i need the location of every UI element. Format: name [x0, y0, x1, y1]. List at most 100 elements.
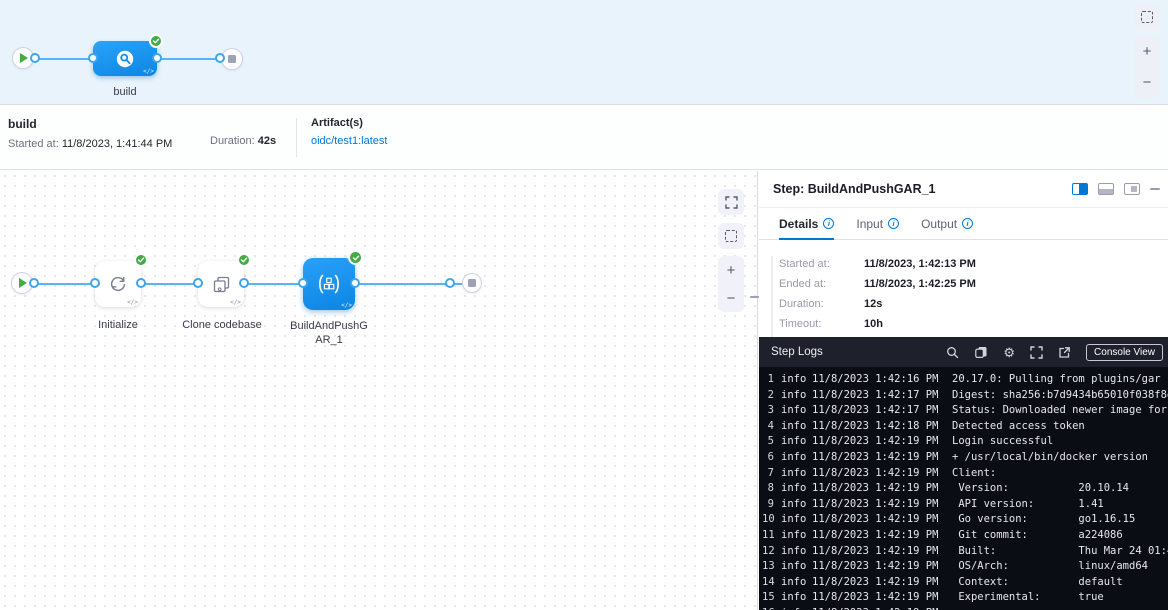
log-level: info: [781, 590, 806, 606]
success-badge-icon: [348, 250, 363, 265]
step-details-panel: Step: BuildAndPushGAR_1 Details i Input …: [759, 171, 1168, 610]
stop-icon: [468, 279, 476, 287]
log-level: info: [781, 606, 806, 610]
log-row: 13info11/8/2023 1:42:19 PM OS/Arch: linu…: [759, 559, 1168, 575]
layout-minimized-view-icon[interactable]: [1124, 183, 1140, 195]
detail-row: Timeout: 10h: [779, 318, 1168, 330]
stage-started-at: Started at: 11/8/2023, 1:41:44 PM: [8, 138, 210, 150]
log-row: 5info11/8/2023 1:42:19 PMLogin successfu…: [759, 434, 1168, 450]
log-row: 4info11/8/2023 1:42:18 PMDetected access…: [759, 419, 1168, 435]
expand-logs-icon[interactable]: [1030, 346, 1043, 359]
step-node-clone-codebase[interactable]: </>: [198, 261, 244, 307]
log-row: 2info11/8/2023 1:42:17 PMDigest: sha256:…: [759, 388, 1168, 404]
stage-node-build[interactable]: </>: [93, 41, 157, 76]
success-badge-icon: [237, 253, 251, 267]
ci-stage-icon: [115, 49, 135, 69]
log-level: info: [781, 559, 806, 575]
zoom-out-button[interactable]: −: [727, 291, 736, 306]
settings-gear-icon[interactable]: ⚙: [1003, 346, 1015, 359]
edge-port: [350, 278, 360, 288]
layout-fill: [1099, 189, 1113, 194]
tab-output[interactable]: Output i: [921, 208, 973, 239]
marquee-icon: [1141, 11, 1153, 23]
log-level: info: [781, 450, 806, 466]
marquee-select-button[interactable]: [1134, 4, 1160, 30]
tab-label: Output: [921, 217, 957, 231]
fullscreen-button[interactable]: [718, 189, 744, 215]
log-message: Status: Downloaded newer image for pl: [952, 403, 1168, 419]
marquee-select-button[interactable]: [718, 223, 744, 249]
stage-info-bar: build Started at: 11/8/2023, 1:41:44 PM …: [0, 106, 1168, 170]
zoom-out-button[interactable]: −: [1143, 75, 1152, 90]
log-level: info: [781, 434, 806, 450]
log-line-number: 11: [762, 528, 774, 544]
info-icon: i: [888, 218, 899, 229]
edge-port: [193, 278, 203, 288]
step-node-buildandpushgar[interactable]: </>: [303, 258, 355, 310]
search-icon[interactable]: [946, 346, 959, 359]
fullscreen-icon: [725, 196, 738, 209]
panel-title: Step: BuildAndPushGAR_1: [773, 182, 1072, 196]
copy-icon[interactable]: [974, 345, 988, 359]
log-timestamp: 11/8/2023 1:42:19 PM: [812, 559, 940, 575]
log-output[interactable]: 1info11/8/2023 1:42:16 PM20.17.0: Pullin…: [759, 367, 1168, 610]
step-details-list: Started at: 11/8/2023, 1:42:13 PM Ended …: [771, 256, 1168, 340]
step-label: Clone codebase: [178, 319, 266, 331]
log-row: 12info11/8/2023 1:42:19 PM Built: Thu Ma…: [759, 544, 1168, 560]
log-line-number: 2: [762, 388, 774, 404]
log-level: info: [781, 528, 806, 544]
log-timestamp: 11/8/2023 1:42:16 PM: [812, 372, 940, 388]
tab-input[interactable]: Input i: [856, 208, 899, 239]
steps-end-node[interactable]: [462, 273, 482, 293]
log-line-number: 16: [762, 606, 774, 610]
log-timestamp: 11/8/2023 1:42:19 PM: [812, 512, 940, 528]
log-line-number: 9: [762, 497, 774, 513]
log-level: info: [781, 575, 806, 591]
zoom-in-button[interactable]: +: [1143, 44, 1152, 59]
detail-value: 11/8/2023, 1:42:13 PM: [864, 258, 976, 270]
layout-fill: [1131, 186, 1137, 192]
log-line-number: 8: [762, 481, 774, 497]
layout-right-view-icon[interactable]: [1072, 183, 1088, 195]
divider: [296, 118, 297, 157]
log-level: info: [781, 419, 806, 435]
step-node-initialize[interactable]: </>: [95, 261, 141, 307]
log-line-number: 6: [762, 450, 774, 466]
layout-bottom-view-icon[interactable]: [1098, 183, 1114, 195]
stage-label: build: [85, 86, 165, 98]
log-level: info: [781, 372, 806, 388]
tab-details[interactable]: Details i: [779, 208, 834, 239]
console-view-button[interactable]: Console View: [1086, 344, 1163, 361]
log-line-number: 3: [762, 403, 774, 419]
detail-label: Started at:: [779, 258, 864, 270]
artifact-link[interactable]: oidc/test1:latest: [311, 135, 387, 147]
open-external-icon[interactable]: [1058, 346, 1071, 359]
pipeline-canvas[interactable]: </> </> </> Initialize: [0, 171, 758, 610]
log-message: Digest: sha256:b7d9434b65010f038f8ec: [952, 388, 1168, 404]
log-row: 6info11/8/2023 1:42:19 PM+ /usr/local/bi…: [759, 450, 1168, 466]
edge-port: [215, 53, 225, 63]
detail-row: Duration: 12s: [779, 298, 1168, 310]
log-line-number: 5: [762, 434, 774, 450]
log-message: Client:: [952, 466, 996, 482]
code-mark-icon: </>: [341, 302, 352, 309]
log-line-number: 13: [762, 559, 774, 575]
marquee-icon: [725, 230, 737, 242]
stage-graph-strip: </> build + −: [0, 0, 1168, 105]
log-timestamp: 11/8/2023 1:42:17 PM: [812, 388, 940, 404]
stage-duration: Duration: 42s: [210, 106, 296, 169]
panel-resize-handle[interactable]: [750, 296, 759, 298]
log-row: 10info11/8/2023 1:42:19 PM Go version: g…: [759, 512, 1168, 528]
clone-codebase-icon: [211, 274, 232, 295]
zoom-in-button[interactable]: +: [727, 263, 736, 278]
log-level: info: [781, 466, 806, 482]
log-line-number: 15: [762, 590, 774, 606]
collapse-panel-icon[interactable]: [1150, 188, 1160, 190]
log-line-number: 4: [762, 419, 774, 435]
detail-value: 10h: [864, 318, 883, 330]
log-message: Context: default: [952, 575, 1123, 591]
detail-label: Duration:: [779, 298, 864, 310]
edge-port: [88, 53, 98, 63]
stop-icon: [228, 55, 236, 63]
log-timestamp: 11/8/2023 1:42:19 PM: [812, 450, 940, 466]
